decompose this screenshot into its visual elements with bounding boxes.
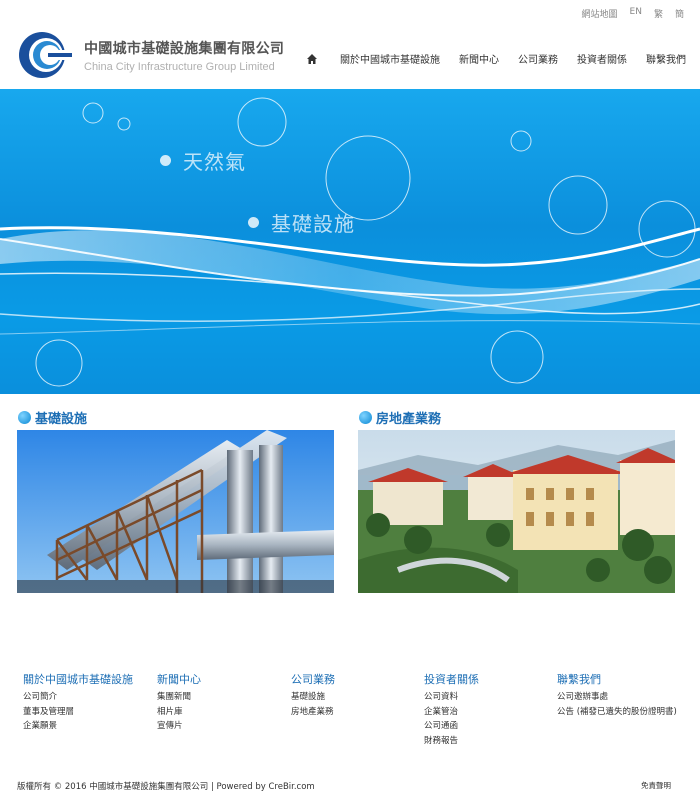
footer-heading[interactable]: 聯繫我們 [557, 671, 677, 687]
footer-link[interactable]: 公司簡介 [23, 690, 133, 705]
footer-link[interactable]: 公司邀辦事處 [557, 690, 677, 705]
footer-link[interactable]: 宣傳片 [157, 719, 201, 734]
logo-mark-icon [19, 32, 74, 78]
section-title-infrastructure[interactable]: 基礎設施 [18, 408, 87, 427]
logo-english-name: China City Infrastructure Group Limited [84, 60, 275, 73]
nav-about[interactable]: 關於中國城市基礎設施 [340, 51, 440, 66]
footer-link[interactable]: 財務報告 [424, 734, 479, 749]
bullet-icon [359, 411, 372, 424]
banner-label-gas: 天然氣 [160, 146, 246, 175]
footer-link[interactable]: 集團新聞 [157, 690, 201, 705]
footer-link[interactable]: 公司資料 [424, 690, 479, 705]
footer-link[interactable]: 公司通函 [424, 719, 479, 734]
footer-link[interactable]: 相片庫 [157, 705, 201, 720]
lang-en-link[interactable]: EN [630, 7, 642, 20]
disclaimer-link[interactable]: 免責聲明 [641, 780, 671, 791]
banner-label-infrastructure: 基礎設施 [248, 208, 355, 237]
footer-col-contact: 聯繫我們 公司邀辦事處 公告 (補發已遺失的股份證明書) [557, 671, 677, 719]
real-estate-photo[interactable] [358, 430, 675, 593]
nav-investor[interactable]: 投資者關係 [577, 51, 627, 66]
logo-chinese-name: 中國城市基礎設施集團有限公司 [84, 40, 285, 57]
hero-banner: 天然氣 基礎設施 [0, 89, 700, 394]
footer-link[interactable]: 公告 (補發已遺失的股份證明書) [557, 705, 677, 720]
footer-heading[interactable]: 公司業務 [291, 671, 335, 687]
top-utility-bar: 網站地圖 EN 繁 簡 [582, 7, 684, 20]
nav-news[interactable]: 新聞中心 [459, 51, 499, 66]
bullet-icon [18, 411, 31, 424]
footer-col-news: 新聞中心 集團新聞 相片庫 宣傳片 [157, 671, 201, 734]
footer-heading[interactable]: 關於中國城市基礎設施 [23, 671, 133, 687]
footer-link[interactable]: 企業願景 [23, 719, 133, 734]
footer-col-business: 公司業務 基礎設施 房地產業務 [291, 671, 335, 719]
footer-link[interactable]: 董事及管理層 [23, 705, 133, 720]
footer-link[interactable]: 企業管治 [424, 705, 479, 720]
section-title-real-estate[interactable]: 房地產業務 [359, 408, 441, 427]
nav-contact[interactable]: 聯繫我們 [646, 51, 686, 66]
footer-heading[interactable]: 投資者關係 [424, 671, 479, 687]
infrastructure-photo[interactable] [17, 430, 334, 593]
banner-background [0, 89, 700, 394]
lang-sc-link[interactable]: 簡 [675, 7, 684, 20]
site-logo[interactable]: 中國城市基礎設施集團有限公司 China City Infrastructure… [12, 29, 284, 81]
nav-business[interactable]: 公司業務 [518, 51, 558, 66]
copyright-text: 版權所有 © 2016 中國城市基礎設施集團有限公司 | Powered by … [17, 782, 315, 792]
sitemap-link[interactable]: 網站地圖 [582, 7, 618, 20]
home-icon[interactable] [306, 53, 318, 65]
footer-link[interactable]: 房地產業務 [291, 705, 335, 720]
footer-col-about: 關於中國城市基礎設施 公司簡介 董事及管理層 企業願景 [23, 671, 133, 734]
footer-col-investor: 投資者關係 公司資料 企業管治 公司通函 財務報告 [424, 671, 479, 748]
footer-link[interactable]: 基礎設施 [291, 690, 335, 705]
lang-tc-link[interactable]: 繁 [654, 7, 663, 20]
footer-heading[interactable]: 新聞中心 [157, 671, 201, 687]
main-nav: 關於中國城市基礎設施 新聞中心 公司業務 投資者關係 聯繫我們 [306, 51, 686, 66]
